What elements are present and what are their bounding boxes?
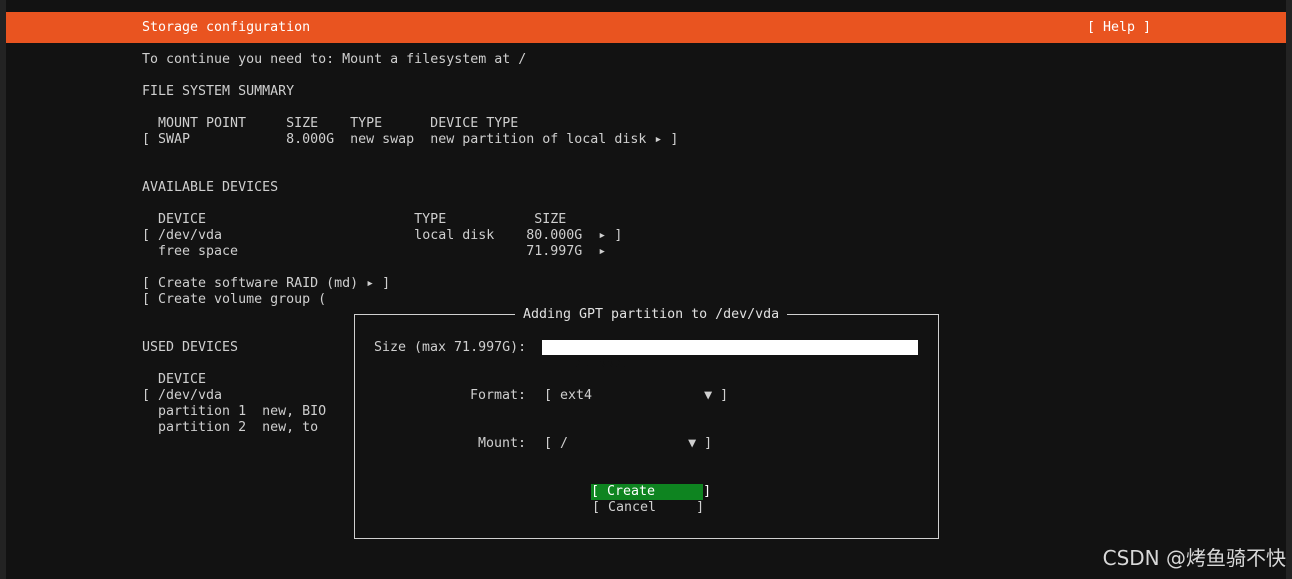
fs-summary-row-swap[interactable]: [ SWAP 8.000G new swap new partition of …	[142, 132, 678, 148]
mount-label: Mount:	[478, 436, 527, 451]
create-raid-button[interactable]: [ Create software RAID (md) ▸ ]	[142, 276, 390, 292]
help-button[interactable]: [ Help ]	[1087, 20, 1151, 36]
size-label: Size (max 71.997G):	[374, 340, 527, 355]
format-label: Format:	[470, 388, 527, 403]
size-input-value: 71.997G	[574, 356, 631, 371]
create-button[interactable]: [ Create ]	[591, 484, 711, 500]
available-device-row-vda[interactable]: [ /dev/vda local disk 80.000G ▸ ]	[142, 228, 622, 244]
format-select[interactable]: [ ext4 ▼ ]	[544, 388, 728, 404]
available-devices-heading: AVAILABLE DEVICES	[142, 180, 279, 195]
used-device-row-partition-2[interactable]: partition 2 new, to	[142, 420, 318, 436]
create-volume-group-button[interactable]: [ Create volume group (	[142, 292, 326, 308]
add-partition-dialog: Adding GPT partition to /dev/vda Size (m…	[354, 307, 939, 539]
fs-summary-columns: MOUNT POINT SIZE TYPE DEVICE TYPE	[158, 116, 519, 131]
used-device-row-vda[interactable]: [ /dev/vda	[142, 388, 222, 404]
mount-select[interactable]: [ / ▼ ]	[544, 436, 712, 452]
page-title: Storage configuration	[142, 20, 311, 35]
intro-text: To continue you need to: Mount a filesys…	[142, 52, 527, 67]
used-devices-heading: USED DEVICES	[142, 340, 239, 355]
available-devices-columns: DEVICE TYPE SIZE	[158, 212, 567, 227]
header-bar: Storage configuration [ Help ]	[6, 12, 1286, 43]
used-devices-columns: DEVICE	[158, 372, 207, 387]
available-device-row-free-space[interactable]: free space 71.997G ▸	[142, 244, 606, 260]
dialog-title: Adding GPT partition to /dev/vda	[515, 307, 788, 323]
size-input[interactable]: 71.997G	[542, 340, 918, 371]
used-device-row-partition-1[interactable]: partition 1 new, BIO	[142, 404, 326, 420]
watermark: CSDN @烤鱼骑不快	[1102, 546, 1286, 570]
fs-summary-heading: FILE SYSTEM SUMMARY	[142, 84, 295, 99]
cancel-button[interactable]: [ Cancel ]	[592, 500, 704, 516]
